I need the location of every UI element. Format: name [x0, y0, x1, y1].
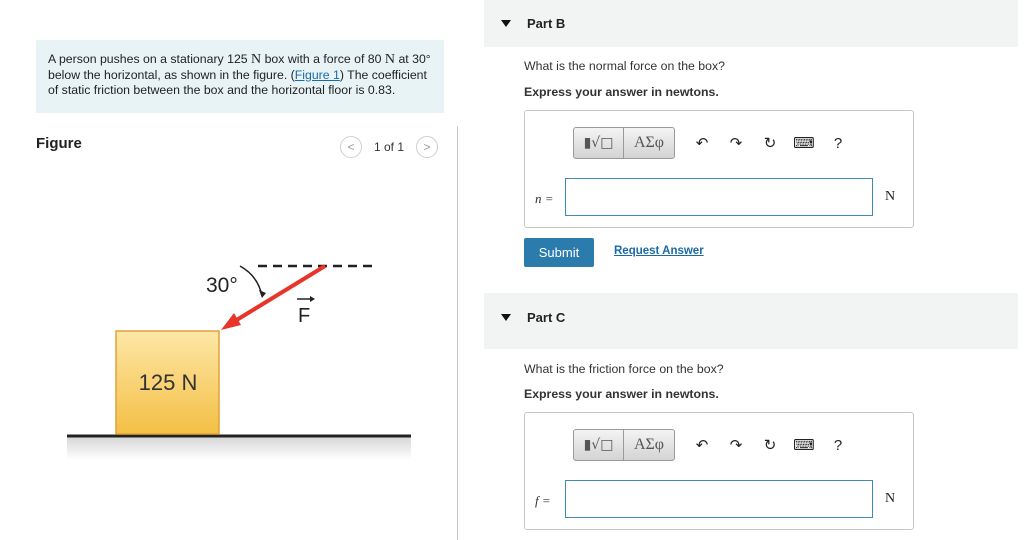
figure-link[interactable]: Figure 1 — [295, 68, 340, 82]
vector-arrow-head — [310, 296, 315, 302]
part-c-variable-label: f = — [535, 493, 551, 508]
templates-icon: ▮√□ — [583, 135, 614, 151]
templates-icon: ▮√□ — [583, 437, 614, 453]
angle-arc-arrowhead — [259, 290, 266, 298]
figure-page-indicator: 1 of 1 — [374, 140, 405, 154]
problem-text-2: box with a force of 80 — [261, 52, 385, 66]
figure-pager: < 1 of 1 > — [340, 136, 439, 158]
part-b-answer-box: ▮√□ ΑΣφ ↶ ↷ ↻ ⌨ ? n = N — [524, 110, 914, 228]
box-weight-label: 125 N — [139, 370, 198, 395]
part-c-answer-box: ▮√□ ΑΣφ ↶ ↷ ↻ ⌨ ? f = N — [524, 412, 914, 530]
redo-icon[interactable]: ↷ — [719, 128, 753, 158]
reset-icon[interactable]: ↻ — [753, 128, 787, 158]
templates-button[interactable]: ▮√□ — [574, 430, 624, 460]
help-icon[interactable]: ? — [821, 430, 855, 460]
math-toolbar-group: ▮√□ ΑΣφ — [573, 429, 675, 461]
next-figure-button[interactable]: > — [416, 136, 439, 158]
templates-button[interactable]: ▮√□ — [574, 128, 624, 158]
force-arrowhead — [221, 313, 241, 330]
part-c-title: Part C — [527, 309, 566, 325]
part-b-request-answer-link[interactable]: Request Answer — [614, 245, 704, 257]
part-c-answer-input[interactable] — [565, 480, 873, 518]
part-b-variable-label: n = — [535, 191, 554, 206]
math-toolbar-group: ▮√□ ΑΣφ — [573, 127, 675, 159]
undo-icon[interactable]: ↶ — [685, 128, 719, 158]
figure-title: Figure — [36, 135, 82, 152]
force-label: F — [298, 305, 310, 327]
collapse-caret-icon — [501, 313, 511, 321]
force-arrow-shaft — [233, 264, 327, 323]
chevron-right-icon: > — [423, 140, 431, 154]
part-c-unit-label: N — [885, 491, 896, 506]
left-pane: A person pushes on a stationary 125 N bo… — [0, 0, 458, 540]
part-c-instruction: Express your answer in newtons. — [524, 387, 719, 401]
part-c-header[interactable]: Part C — [484, 293, 1018, 349]
force-diagram: 125 N 30° F — [67, 264, 411, 460]
help-icon[interactable]: ? — [821, 128, 855, 158]
part-b-unit-label: N — [885, 189, 896, 204]
problem-text-1: A person pushes on a stationary 125 — [48, 52, 252, 66]
part-b-instruction: Express your answer in newtons. — [524, 85, 719, 99]
reset-icon[interactable]: ↻ — [753, 430, 787, 460]
symbols-button[interactable]: ΑΣφ — [624, 430, 674, 460]
chevron-left-icon: < — [347, 140, 355, 154]
floor-shading — [67, 436, 411, 460]
math-toolbar: ▮√□ ΑΣφ ↶ ↷ ↻ ⌨ ? — [573, 429, 855, 461]
problem-statement: A person pushes on a stationary 125 N bo… — [36, 40, 444, 113]
angle-label: 30° — [206, 274, 238, 297]
pane-divider[interactable] — [457, 126, 458, 540]
prev-figure-button[interactable]: < — [340, 136, 362, 158]
collapse-caret-icon — [501, 19, 511, 27]
keyboard-icon[interactable]: ⌨ — [787, 430, 821, 460]
symbols-button[interactable]: ΑΣφ — [624, 128, 674, 158]
undo-icon[interactable]: ↶ — [685, 430, 719, 460]
unit-newton: N — [251, 52, 262, 67]
part-b-title: Part B — [527, 15, 566, 31]
part-b-submit-button[interactable]: Submit — [524, 238, 594, 267]
angle-arc — [239, 265, 263, 297]
math-toolbar: ▮√□ ΑΣφ ↶ ↷ ↻ ⌨ ? — [573, 127, 855, 159]
keyboard-icon[interactable]: ⌨ — [787, 128, 821, 158]
unit-newton: N — [384, 52, 396, 67]
redo-icon[interactable]: ↷ — [719, 430, 753, 460]
part-b-answer-input[interactable] — [565, 178, 873, 216]
part-c-question: What is the friction force on the box? — [524, 362, 724, 376]
part-b-question: What is the normal force on the box? — [524, 59, 725, 73]
part-b-header[interactable]: Part B — [484, 0, 1018, 47]
